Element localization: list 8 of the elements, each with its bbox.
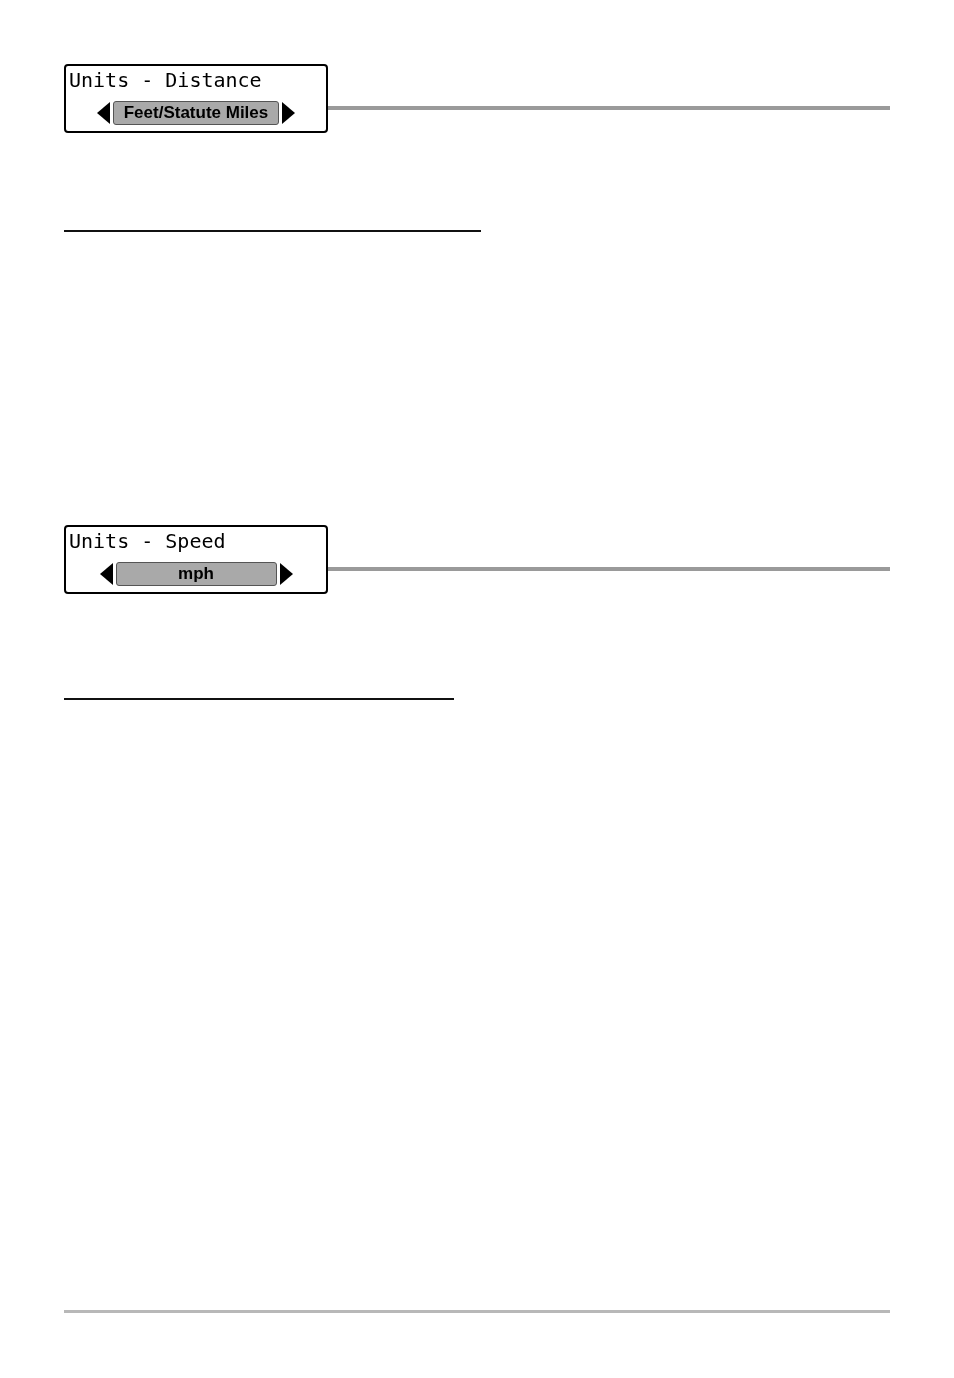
right-arrow-icon[interactable] xyxy=(282,102,296,124)
value-field[interactable]: mph xyxy=(115,562,277,586)
left-arrow-icon[interactable] xyxy=(96,102,110,124)
left-arrow-icon[interactable] xyxy=(99,563,113,585)
menu-title: Units - Distance xyxy=(69,68,263,92)
menu-title: Units - Speed xyxy=(69,529,227,553)
right-arrow-icon[interactable] xyxy=(279,563,293,585)
value-field[interactable]: Feet/Statute Miles xyxy=(112,101,280,125)
